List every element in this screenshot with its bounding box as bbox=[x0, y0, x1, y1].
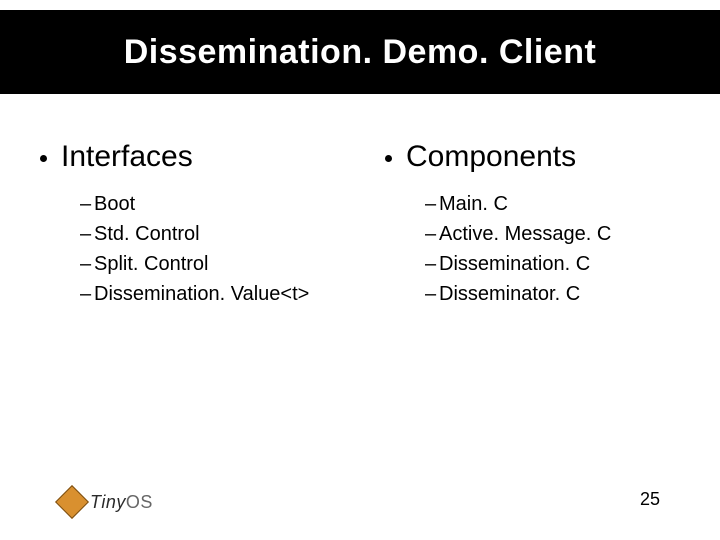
dash-icon: – bbox=[425, 222, 439, 246]
bullet-icon bbox=[385, 155, 392, 162]
slide-title: Dissemination. Demo. Client bbox=[124, 33, 597, 72]
page-number: 25 bbox=[640, 489, 660, 510]
interfaces-list: –Boot –Std. Control –Split. Control –Dis… bbox=[40, 192, 375, 306]
interfaces-heading-row: Interfaces bbox=[40, 140, 375, 174]
interfaces-item-0: Boot bbox=[94, 192, 135, 216]
components-item-2: Dissemination. C bbox=[439, 252, 590, 276]
dash-icon: – bbox=[425, 252, 439, 276]
list-item: –Active. Message. C bbox=[425, 222, 720, 246]
components-heading: Components bbox=[406, 140, 576, 174]
bullet-icon bbox=[40, 155, 47, 162]
dash-icon: – bbox=[80, 192, 94, 216]
list-item: –Split. Control bbox=[80, 252, 375, 276]
list-item: –Dissemination. Value<t> bbox=[80, 282, 375, 306]
content-area: Interfaces –Boot –Std. Control –Split. C… bbox=[0, 140, 720, 312]
components-heading-row: Components bbox=[385, 140, 720, 174]
components-item-3: Disseminator. C bbox=[439, 282, 580, 306]
dash-icon: – bbox=[80, 282, 94, 306]
components-list: –Main. C –Active. Message. C –Disseminat… bbox=[385, 192, 720, 306]
list-item: –Boot bbox=[80, 192, 375, 216]
logo-part1: Tiny bbox=[90, 492, 126, 512]
interfaces-heading: Interfaces bbox=[61, 140, 193, 174]
logo-text: TinyOS bbox=[90, 492, 153, 513]
interfaces-item-2: Split. Control bbox=[94, 252, 209, 276]
components-item-0: Main. C bbox=[439, 192, 508, 216]
dash-icon: – bbox=[425, 192, 439, 216]
components-item-1: Active. Message. C bbox=[439, 222, 611, 246]
tinyos-logo: TinyOS bbox=[60, 490, 153, 514]
dash-icon: – bbox=[80, 222, 94, 246]
list-item: –Dissemination. C bbox=[425, 252, 720, 276]
list-item: –Disseminator. C bbox=[425, 282, 720, 306]
dash-icon: – bbox=[425, 282, 439, 306]
logo-part2: OS bbox=[126, 492, 153, 512]
interfaces-item-1: Std. Control bbox=[94, 222, 200, 246]
list-item: –Main. C bbox=[425, 192, 720, 216]
interfaces-column: Interfaces –Boot –Std. Control –Split. C… bbox=[0, 140, 375, 312]
dash-icon: – bbox=[80, 252, 94, 276]
interfaces-item-3: Dissemination. Value<t> bbox=[94, 282, 309, 306]
title-band: Dissemination. Demo. Client bbox=[0, 10, 720, 94]
components-column: Components –Main. C –Active. Message. C … bbox=[375, 140, 720, 312]
list-item: –Std. Control bbox=[80, 222, 375, 246]
logo-mark-icon bbox=[55, 485, 89, 519]
slide: Dissemination. Demo. Client Interfaces –… bbox=[0, 0, 720, 540]
